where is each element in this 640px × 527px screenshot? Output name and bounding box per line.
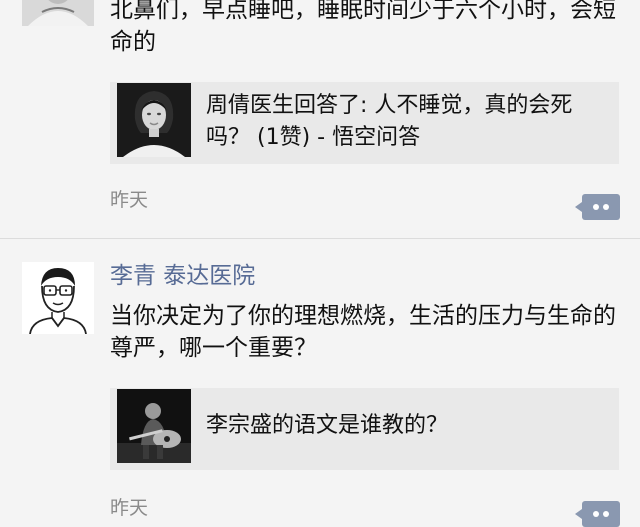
avatar[interactable] bbox=[22, 262, 94, 334]
comment-more-icon bbox=[593, 204, 599, 210]
timestamp: 昨天 bbox=[110, 497, 149, 519]
comment-more-icon-dot bbox=[603, 204, 609, 210]
link-title: 李宗盛的语文是谁教的？ bbox=[206, 413, 449, 438]
avatar[interactable] bbox=[22, 0, 94, 26]
avatar-photo-icon bbox=[22, 0, 94, 26]
post-text: 北鼻们，早点睡吧，睡眠时间少于六个小时，会短命的 bbox=[110, 0, 616, 55]
comment-more-icon bbox=[593, 511, 599, 517]
comment-more-button[interactable] bbox=[575, 501, 620, 527]
comment-bubble-tail bbox=[575, 202, 582, 212]
post-text: 当你决定为了你的理想燃烧，生活的压力与生命的尊严，哪一个重要？ bbox=[110, 303, 616, 361]
cartoon-man-avatar-icon bbox=[22, 262, 94, 334]
woman-portrait-thumbnail-icon bbox=[117, 83, 191, 157]
guitarist-photo-thumbnail-icon bbox=[117, 389, 191, 463]
moment-post: 李青 泰达医院 当你决定为了你的理想燃烧，生活的压力与生命的尊严，哪一个重要？ … bbox=[0, 239, 640, 527]
moment-post: 北鼻们，早点睡吧，睡眠时间少于六个小时，会短命的 周倩医生回答了: 人不睡觉，真… bbox=[0, 0, 640, 238]
author-name[interactable]: 李青 泰达医院 bbox=[110, 261, 255, 291]
comment-bubble-tail bbox=[575, 509, 582, 519]
link-card[interactable]: 周倩医生回答了: 人不睡觉，真的会死吗？ (1赞) - 悟空问答 bbox=[110, 82, 619, 164]
link-title: 周倩医生回答了: 人不睡觉，真的会死吗？ (1赞) - 悟空问答 bbox=[206, 93, 573, 150]
link-card[interactable]: 李宗盛的语文是谁教的？ bbox=[110, 388, 619, 470]
comment-more-icon-dot bbox=[603, 511, 609, 517]
comment-more-button[interactable] bbox=[575, 194, 620, 220]
timestamp: 昨天 bbox=[110, 189, 149, 211]
